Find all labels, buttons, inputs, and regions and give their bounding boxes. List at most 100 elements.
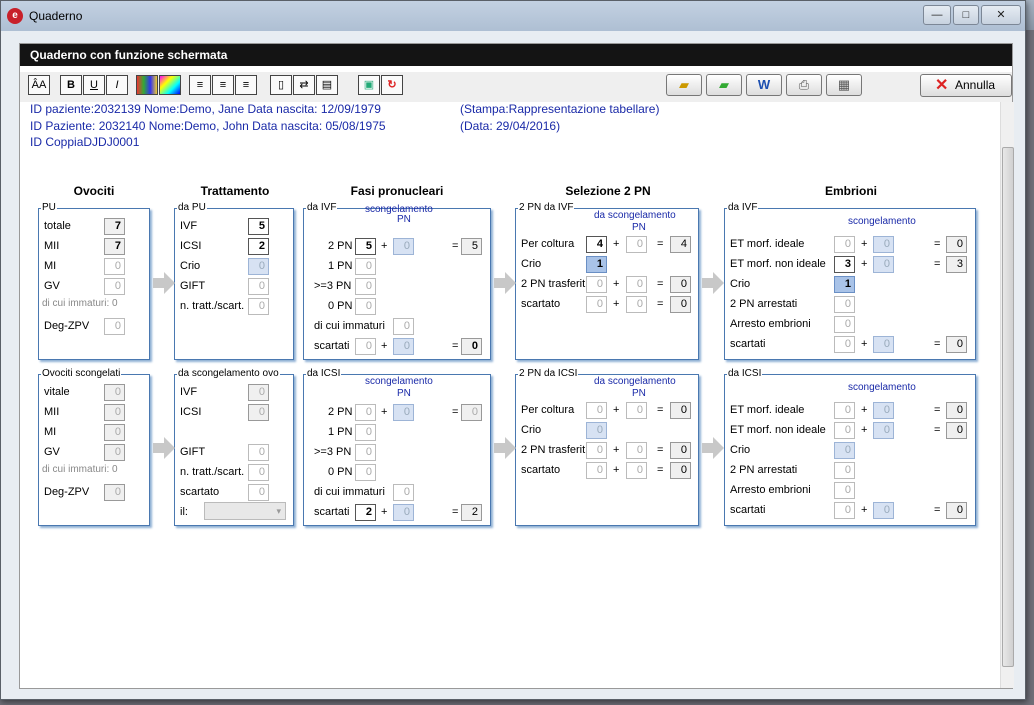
minimize-button[interactable]: — — [923, 5, 951, 25]
emb_ivf-t-0[interactable]: 0 — [946, 236, 967, 253]
fasi_ivf-b-0[interactable]: 0 — [393, 238, 414, 255]
tratt-scong-field-4[interactable]: 0 — [248, 484, 269, 501]
tratt-scong-field-1[interactable]: 0 — [248, 404, 269, 421]
il-dropdown[interactable]: ▾ — [204, 502, 286, 520]
fasi_ivf-st[interactable]: 0 — [461, 338, 482, 355]
sel_ivf-a-1[interactable]: 1 — [586, 256, 607, 273]
fasi_icsi-a-3[interactable]: 0 — [355, 464, 376, 481]
sel_icsi-a-3[interactable]: 0 — [586, 462, 607, 479]
sel_icsi-b-2[interactable]: 0 — [626, 442, 647, 459]
fasi_ivf-plus-0: + — [381, 240, 388, 252]
emb_ivf-t-1[interactable]: 3 — [946, 256, 967, 273]
tratt-pu-field-3[interactable]: 0 — [248, 278, 269, 295]
ovociti_pu-field-2[interactable]: 0 — [104, 258, 125, 275]
sel_ivf-b-2[interactable]: 0 — [626, 276, 647, 293]
flow-arrow-icon — [153, 272, 175, 294]
fasi_icsi-label-2: >=3 PN — [314, 446, 352, 458]
emb_ivf-a-1[interactable]: 3 — [834, 256, 855, 273]
sel_ivf-b-3[interactable]: 0 — [626, 296, 647, 313]
fasi_icsi-a-1[interactable]: 0 — [355, 424, 376, 441]
sel_icsi-a-0[interactable]: 0 — [586, 402, 607, 419]
emb_ivf-t-5[interactable]: 0 — [946, 336, 967, 353]
fasi_ivf-a-3[interactable]: 0 — [355, 298, 376, 315]
fasi_icsi-sa[interactable]: 2 — [355, 504, 376, 521]
emb_icsi-b-5[interactable]: 0 — [873, 502, 894, 519]
ovociti_pu-field-0[interactable]: 7 — [104, 218, 125, 235]
emb_ivf-b-5[interactable]: 0 — [873, 336, 894, 353]
sel_ivf-t-2[interactable]: 0 — [670, 276, 691, 293]
sel_icsi-a-1[interactable]: 0 — [586, 422, 607, 439]
vertical-scrollbar[interactable] — [1000, 102, 1014, 688]
ovociti_pu-field-3[interactable]: 0 — [104, 278, 125, 295]
sel_icsi-a-2[interactable]: 0 — [586, 442, 607, 459]
sel_icsi-t-3[interactable]: 0 — [670, 462, 691, 479]
ovociti_scong-deg-field[interactable]: 0 — [104, 484, 125, 501]
fasi_ivf-t-0[interactable]: 5 — [461, 238, 482, 255]
maximize-button[interactable]: □ — [953, 5, 979, 25]
emb_icsi-b-1[interactable]: 0 — [873, 422, 894, 439]
ovociti_scong-box-legend: Ovociti scongelati — [41, 368, 122, 379]
tratt-pu-field-1[interactable]: 2 — [248, 238, 269, 255]
sel_icsi-b-3[interactable]: 0 — [626, 462, 647, 479]
sel_ivf-b-0[interactable]: 0 — [626, 236, 647, 253]
emb_icsi-a-2[interactable]: 0 — [834, 442, 855, 459]
fasi_icsi-a-0[interactable]: 0 — [355, 404, 376, 421]
tratt-pu-field-4[interactable]: 0 — [248, 298, 269, 315]
sel_icsi-t-0[interactable]: 0 — [670, 402, 691, 419]
fasi_icsi-sb[interactable]: 0 — [393, 504, 414, 521]
sel_ivf-t-3[interactable]: 0 — [670, 296, 691, 313]
fasi_ivf-a-2[interactable]: 0 — [355, 278, 376, 295]
fasi_icsi-imm[interactable]: 0 — [393, 484, 414, 501]
sel_ivf-a-0[interactable]: 4 — [586, 236, 607, 253]
tratt-scong-field-0[interactable]: 0 — [248, 384, 269, 401]
ovociti_scong-field-3[interactable]: 0 — [104, 444, 125, 461]
emb_icsi-a-0[interactable]: 0 — [834, 402, 855, 419]
sel_ivf-a-2[interactable]: 0 — [586, 276, 607, 293]
emb_ivf-a-5[interactable]: 0 — [834, 336, 855, 353]
emb_icsi-a-3[interactable]: 0 — [834, 462, 855, 479]
close-button[interactable]: ✕ — [981, 5, 1021, 25]
tratt-pu-field-2[interactable]: 0 — [248, 258, 269, 275]
emb_icsi-a-4[interactable]: 0 — [834, 482, 855, 499]
title-bar: e Quaderno — □ ✕ — [1, 1, 1025, 31]
emb_ivf-a-4[interactable]: 0 — [834, 316, 855, 333]
emb_icsi-b-0[interactable]: 0 — [873, 402, 894, 419]
tratt-scong-label-0: IVF — [180, 386, 198, 398]
emb_ivf-a-0[interactable]: 0 — [834, 236, 855, 253]
fasi_icsi-st[interactable]: 2 — [461, 504, 482, 521]
ovociti_scong-field-1[interactable]: 0 — [104, 404, 125, 421]
emb_icsi-a-1[interactable]: 0 — [834, 422, 855, 439]
ovociti_pu-deg-field[interactable]: 0 — [104, 318, 125, 335]
fasi_icsi-b-0[interactable]: 0 — [393, 404, 414, 421]
fasi_icsi-t-0[interactable]: 0 — [461, 404, 482, 421]
scrollbar-thumb[interactable] — [1002, 147, 1014, 667]
emb_icsi-t-1[interactable]: 0 — [946, 422, 967, 439]
emb_ivf-b-0[interactable]: 0 — [873, 236, 894, 253]
tratt-pu-field-0[interactable]: 5 — [248, 218, 269, 235]
emb_ivf-a-3[interactable]: 0 — [834, 296, 855, 313]
ovociti_pu-label-2: MI — [44, 260, 57, 272]
fasi_ivf-sb[interactable]: 0 — [393, 338, 414, 355]
sel_ivf-a-3[interactable]: 0 — [586, 296, 607, 313]
sel_ivf-t-0[interactable]: 4 — [670, 236, 691, 253]
ovociti_pu-box-legend: PU — [41, 202, 57, 213]
sel_icsi-t-2[interactable]: 0 — [670, 442, 691, 459]
sel_icsi-b-0[interactable]: 0 — [626, 402, 647, 419]
fasi_ivf-sa[interactable]: 0 — [355, 338, 376, 355]
tratt-scong-field-3[interactable]: 0 — [248, 464, 269, 481]
ovociti_scong-field-2[interactable]: 0 — [104, 424, 125, 441]
emb_ivf-a-2[interactable]: 1 — [834, 276, 855, 293]
tratt-scong-field-2[interactable]: 0 — [248, 444, 269, 461]
fasi_ivf-a-0[interactable]: 5 — [355, 238, 376, 255]
dialog-panel: Quaderno con funzione schermata ÂA B U I… — [19, 43, 1014, 689]
fasi_icsi-a-2[interactable]: 0 — [355, 444, 376, 461]
ovociti_scong-field-0[interactable]: 0 — [104, 384, 125, 401]
emb_icsi-t-5[interactable]: 0 — [946, 502, 967, 519]
fasi_ivf-imm[interactable]: 0 — [393, 318, 414, 335]
fasi_ivf-scart-eq: = — [452, 340, 459, 352]
emb_icsi-a-5[interactable]: 0 — [834, 502, 855, 519]
fasi_ivf-a-1[interactable]: 0 — [355, 258, 376, 275]
emb_ivf-b-1[interactable]: 0 — [873, 256, 894, 273]
ovociti_pu-field-1[interactable]: 7 — [104, 238, 125, 255]
emb_icsi-t-0[interactable]: 0 — [946, 402, 967, 419]
